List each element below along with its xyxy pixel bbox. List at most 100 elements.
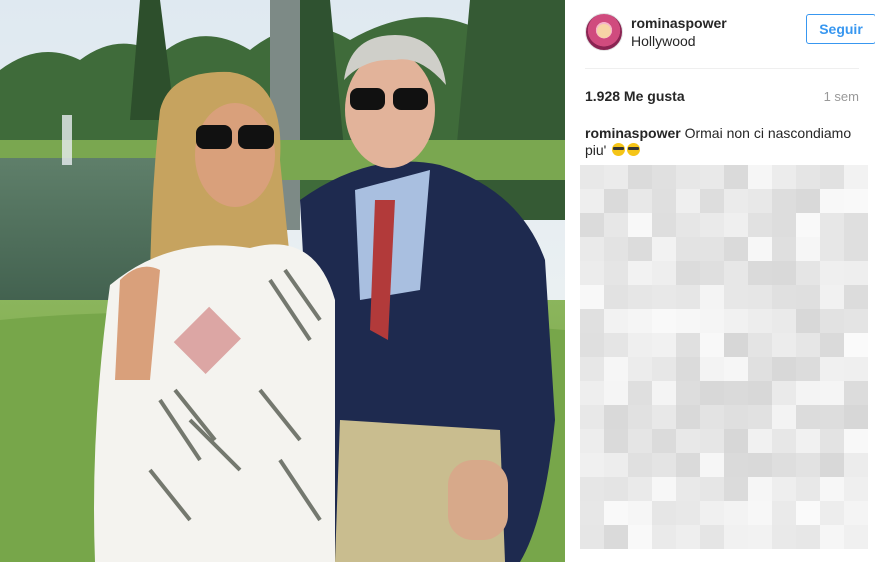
blur-pixel bbox=[724, 453, 748, 477]
blur-pixel bbox=[796, 477, 820, 501]
blur-pixel bbox=[844, 525, 868, 549]
blur-pixel bbox=[700, 213, 724, 237]
blur-pixel bbox=[628, 237, 652, 261]
blur-pixel bbox=[628, 525, 652, 549]
blur-pixel bbox=[820, 333, 844, 357]
blur-pixel bbox=[700, 453, 724, 477]
blur-pixel bbox=[796, 381, 820, 405]
blur-pixel bbox=[628, 501, 652, 525]
blur-pixel bbox=[652, 285, 676, 309]
blur-pixel bbox=[724, 333, 748, 357]
photo-couple-in-park bbox=[0, 0, 565, 562]
blur-pixel bbox=[748, 525, 772, 549]
blur-pixel bbox=[844, 477, 868, 501]
blur-pixel bbox=[748, 453, 772, 477]
blur-pixel bbox=[796, 453, 820, 477]
username-link[interactable]: rominaspower bbox=[631, 15, 727, 31]
blur-pixel bbox=[700, 477, 724, 501]
blur-pixel bbox=[652, 309, 676, 333]
blur-pixel bbox=[604, 237, 628, 261]
avatar[interactable] bbox=[585, 13, 623, 51]
blur-pixel bbox=[724, 525, 748, 549]
blur-pixel bbox=[844, 213, 868, 237]
blur-pixel bbox=[724, 189, 748, 213]
location-link[interactable]: Hollywood bbox=[631, 33, 696, 49]
blur-pixel bbox=[676, 429, 700, 453]
blur-pixel bbox=[700, 357, 724, 381]
blur-pixel bbox=[844, 429, 868, 453]
blur-pixel bbox=[628, 477, 652, 501]
blur-pixel bbox=[700, 501, 724, 525]
blur-pixel bbox=[844, 453, 868, 477]
blur-pixel bbox=[676, 357, 700, 381]
blur-pixel bbox=[844, 237, 868, 261]
blur-pixel bbox=[772, 453, 796, 477]
caption-username[interactable]: rominaspower bbox=[585, 125, 681, 141]
blur-pixel bbox=[820, 165, 844, 189]
blur-pixel bbox=[796, 429, 820, 453]
blur-pixel bbox=[772, 381, 796, 405]
blurred-comments bbox=[580, 165, 874, 549]
post-header: rominaspower Hollywood Seguir bbox=[585, 12, 875, 52]
blur-pixel bbox=[628, 429, 652, 453]
blur-pixel bbox=[652, 333, 676, 357]
blur-pixel bbox=[772, 189, 796, 213]
sunglasses-emoji-icon bbox=[612, 143, 626, 156]
blur-pixel bbox=[796, 261, 820, 285]
blur-pixel bbox=[772, 357, 796, 381]
blur-pixel bbox=[772, 405, 796, 429]
blur-pixel bbox=[628, 405, 652, 429]
blur-pixel bbox=[772, 429, 796, 453]
blur-pixel bbox=[604, 165, 628, 189]
blur-pixel bbox=[580, 333, 604, 357]
blur-pixel bbox=[820, 429, 844, 453]
blur-pixel bbox=[628, 285, 652, 309]
blur-pixel bbox=[724, 261, 748, 285]
blur-pixel bbox=[580, 477, 604, 501]
post-photo[interactable] bbox=[0, 0, 565, 562]
blur-pixel bbox=[724, 477, 748, 501]
blur-pixel bbox=[844, 261, 868, 285]
blur-pixel bbox=[700, 237, 724, 261]
blur-pixel bbox=[844, 405, 868, 429]
blur-pixel bbox=[676, 405, 700, 429]
blur-pixel bbox=[796, 285, 820, 309]
blur-pixel bbox=[796, 405, 820, 429]
avatar-image bbox=[597, 24, 611, 38]
blur-pixel bbox=[676, 309, 700, 333]
blur-pixel bbox=[700, 525, 724, 549]
blur-pixel bbox=[844, 333, 868, 357]
blur-pixel bbox=[796, 309, 820, 333]
blur-pixel bbox=[724, 213, 748, 237]
blur-pixel bbox=[748, 357, 772, 381]
blur-pixel bbox=[748, 501, 772, 525]
blur-pixel bbox=[604, 357, 628, 381]
blur-pixel bbox=[628, 453, 652, 477]
blur-pixel bbox=[724, 405, 748, 429]
blur-pixel bbox=[748, 429, 772, 453]
blur-pixel bbox=[748, 477, 772, 501]
blur-pixel bbox=[748, 165, 772, 189]
blur-pixel bbox=[580, 501, 604, 525]
follow-button[interactable]: Seguir bbox=[806, 14, 875, 44]
blur-pixel bbox=[724, 501, 748, 525]
blur-pixel bbox=[844, 189, 868, 213]
blur-pixel bbox=[796, 501, 820, 525]
blur-pixel bbox=[820, 189, 844, 213]
post-sidebar: rominaspower Hollywood Seguir 1.928 Me g… bbox=[565, 0, 875, 562]
blur-pixel bbox=[604, 501, 628, 525]
blur-pixel bbox=[604, 453, 628, 477]
post-time[interactable]: 1 sem bbox=[824, 89, 859, 104]
blur-pixel bbox=[652, 525, 676, 549]
blur-pixel bbox=[652, 213, 676, 237]
blur-pixel bbox=[772, 261, 796, 285]
blur-pixel bbox=[580, 429, 604, 453]
blur-pixel bbox=[628, 357, 652, 381]
blur-pixel bbox=[604, 285, 628, 309]
blur-pixel bbox=[748, 333, 772, 357]
blur-pixel bbox=[748, 285, 772, 309]
blur-pixel bbox=[700, 285, 724, 309]
blur-pixel bbox=[628, 309, 652, 333]
likes-count[interactable]: 1.928 Me gusta bbox=[585, 88, 685, 104]
blur-pixel bbox=[820, 309, 844, 333]
